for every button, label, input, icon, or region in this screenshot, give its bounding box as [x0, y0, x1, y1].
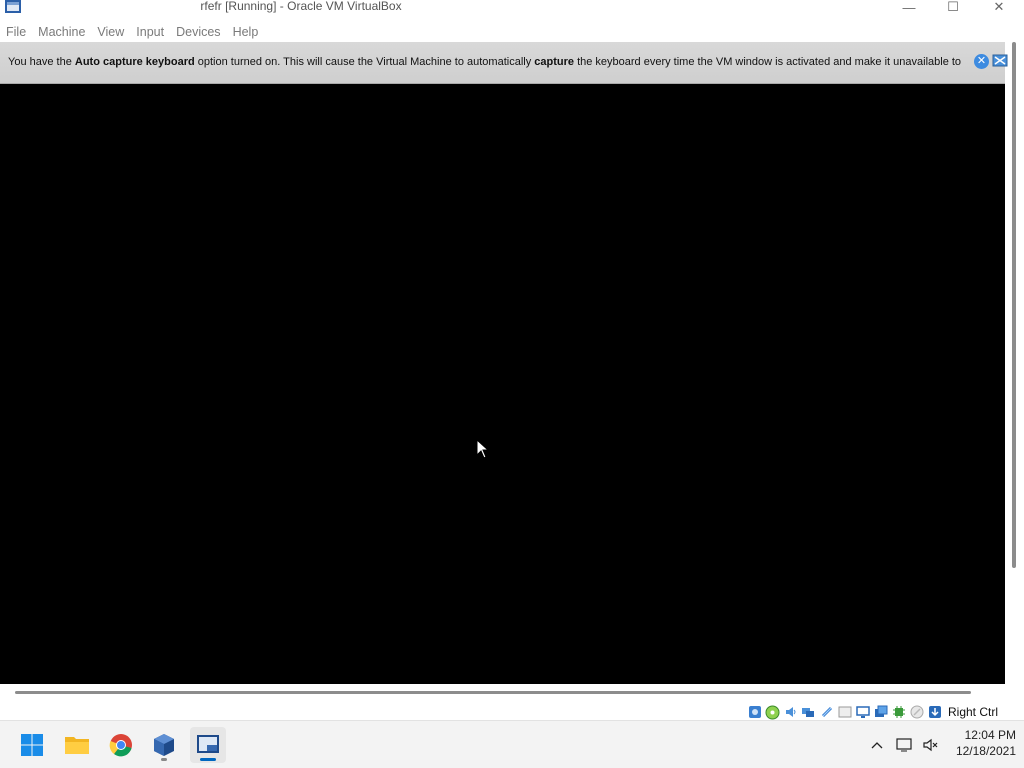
menu-machine[interactable]: Machine [32, 22, 91, 42]
vm-status-bar: Right Ctrl [746, 703, 998, 721]
audio-icon[interactable] [782, 704, 799, 720]
virtualbox-manager-icon [154, 734, 174, 756]
running-indicator [161, 758, 167, 761]
clock-date: 12/18/2021 [955, 744, 1016, 758]
close-button[interactable]: ✕ [976, 0, 1022, 14]
mouse-cursor-icon [476, 439, 490, 459]
minimize-button[interactable]: — [886, 0, 932, 15]
start-icon [21, 734, 43, 756]
clock-time: 12:04 PM [964, 728, 1016, 742]
display-icon[interactable] [854, 704, 871, 720]
auto-capture-notice: You have the Auto capture keyboard optio… [0, 42, 1008, 84]
cpu-icon[interactable] [890, 704, 907, 720]
active-indicator [200, 758, 216, 761]
vertical-scrollbar[interactable] [1012, 42, 1016, 568]
show-hidden-icons-chevron[interactable] [868, 735, 886, 755]
host-key-label: Right Ctrl [948, 705, 999, 719]
chrome-icon [109, 734, 132, 757]
window-title: rfefr [Running] - Oracle VM VirtualBox [200, 0, 402, 13]
menu-view[interactable]: View [91, 22, 130, 42]
file-explorer-button[interactable] [59, 727, 95, 763]
virtualbox-manager-button[interactable] [146, 727, 182, 763]
keyboard-capture-icon[interactable] [926, 704, 943, 720]
chrome-button[interactable] [103, 727, 139, 763]
video-capture-icon[interactable] [872, 704, 889, 720]
title-bar: rfefr [Running] - Oracle VM VirtualBox —… [0, 0, 1024, 20]
virtualbox-vm-icon [197, 735, 219, 753]
volume-muted-icon[interactable] [921, 735, 941, 755]
taskbar-clock[interactable]: 12:04 PM 12/18/2021 [946, 727, 1016, 759]
menu-input[interactable]: Input [130, 22, 170, 42]
virtualbox-vm-button[interactable] [190, 727, 226, 763]
horizontal-scrollbar[interactable] [15, 691, 971, 694]
taskbar [0, 720, 1024, 768]
menu-bar: File Machine View Input Devices Help [0, 22, 264, 42]
optical-drive-icon[interactable] [764, 704, 781, 720]
maximize-button[interactable]: ☐ [930, 0, 976, 14]
menu-help[interactable]: Help [227, 22, 265, 42]
file-explorer-icon [65, 737, 89, 754]
network-tray-icon[interactable] [895, 735, 915, 755]
notice-text: You have the Auto capture keyboard optio… [8, 56, 962, 68]
mouse-integration-icon[interactable] [908, 704, 925, 720]
shared-folders-icon[interactable] [836, 704, 853, 720]
network-icon[interactable] [800, 704, 817, 720]
menu-devices[interactable]: Devices [170, 22, 226, 42]
usb-icon[interactable] [818, 704, 835, 720]
hard-disk-icon[interactable] [746, 704, 763, 720]
do-not-show-again-icon[interactable] [992, 54, 1008, 69]
notice-close-button[interactable]: ✕ [974, 54, 989, 69]
start-button[interactable] [14, 727, 50, 763]
menu-file[interactable]: File [0, 22, 32, 42]
vm-display[interactable] [0, 42, 1005, 684]
